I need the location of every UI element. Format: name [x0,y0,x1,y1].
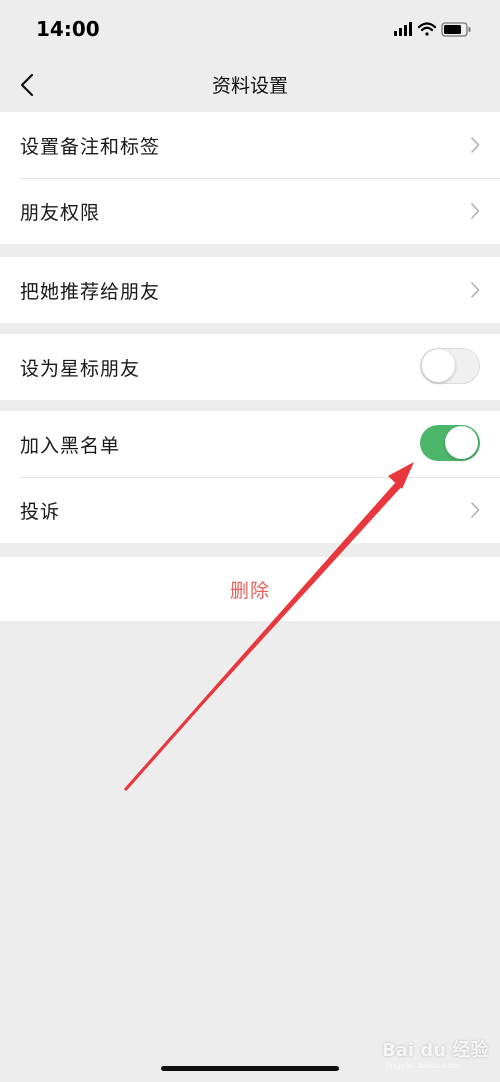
delete-label: 删除 [229,580,270,602]
settings-group-recommend: 把她推荐给朋友 [0,257,500,323]
chevron-right-icon [470,202,480,220]
navigation-bar: 资料设置 [0,60,500,110]
list-item-friend-permissions[interactable]: 朋友权限 [0,178,500,244]
toggle-knob [445,426,478,459]
list-item-complain[interactable]: 投诉 [0,477,500,543]
battery-icon [441,22,471,37]
watermark-logo: Bai du 经验 [382,1040,489,1061]
list-item-label: 加入黑名单 [20,435,121,457]
status-icons [394,20,474,40]
settings-group-blacklist: 加入黑名单 投诉 [0,411,500,543]
list-item-label: 朋友权限 [20,202,101,224]
list-item-label: 把她推荐给朋友 [20,281,161,303]
cellular-signal-icon [394,22,412,36]
blacklist-toggle[interactable] [420,425,480,461]
delete-button[interactable]: 删除 [0,557,500,621]
home-indicator [161,1066,339,1071]
toggle-knob [422,349,455,382]
list-item-recommend-to-friend[interactable]: 把她推荐给朋友 [0,257,500,323]
status-bar: 14:00 [0,0,500,60]
chevron-right-icon [470,281,480,299]
wifi-icon [417,22,437,36]
chevron-right-icon [470,501,480,519]
watermark-url: jingyan.baidu.com [386,1061,460,1070]
chevron-right-icon [470,136,480,154]
list-item-blacklist: 加入黑名单 [0,411,500,477]
status-time: 14:00 [36,17,100,41]
list-item-star-friend: 设为星标朋友 [0,334,500,400]
list-item-remark-and-tags[interactable]: 设置备注和标签 [0,112,500,178]
settings-group-star: 设为星标朋友 [0,334,500,400]
list-item-label: 设置备注和标签 [20,136,161,158]
list-item-label: 投诉 [20,501,61,523]
settings-group-remark-permissions: 设置备注和标签 朋友权限 [0,112,500,244]
star-friend-toggle[interactable] [420,348,480,384]
page-title: 资料设置 [211,75,288,97]
list-item-label: 设为星标朋友 [20,358,141,380]
